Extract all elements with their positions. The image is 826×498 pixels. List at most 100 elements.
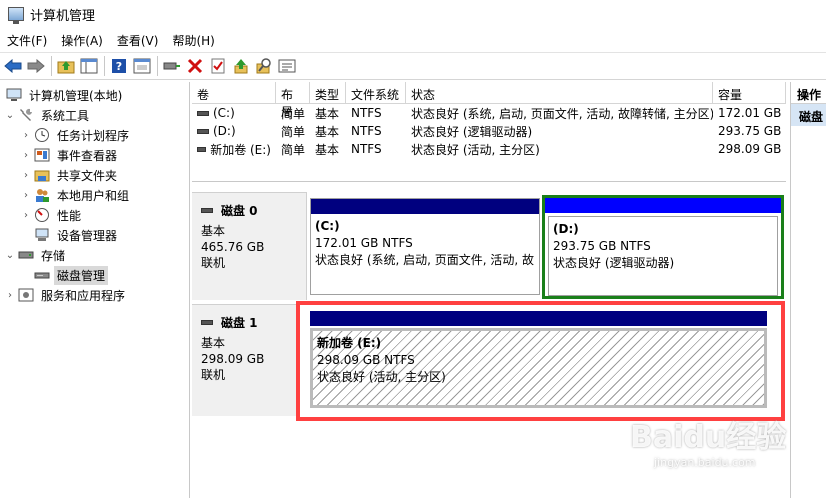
event-viewer-icon	[34, 147, 50, 163]
disk-size: 465.76 GB	[201, 240, 265, 254]
disk-status: 联机	[201, 256, 226, 270]
table-row[interactable]: (C:) 简单 基本 NTFS 状态良好 (系统, 启动, 页面文件, 活动, …	[192, 104, 786, 122]
column-header-filesystem[interactable]: 文件系统	[346, 82, 406, 103]
title-bar: 计算机管理	[0, 0, 826, 28]
volume-type: 基本	[315, 142, 340, 157]
tree-item-shared-folders[interactable]: › 共享文件夹	[0, 165, 189, 185]
volume-filesystem: NTFS	[351, 142, 382, 156]
toolbar-separator	[51, 56, 52, 76]
partition-d[interactable]: (D:) 293.75 GB NTFS 状态良好 (逻辑驱动器)	[542, 195, 784, 299]
computer-management-icon	[8, 7, 24, 24]
column-header-status[interactable]: 状态	[406, 82, 713, 103]
tree-item-task-scheduler[interactable]: › 任务计划程序	[0, 125, 189, 145]
tree-item-root[interactable]: 计算机管理(本地)	[0, 85, 189, 105]
properties-icon[interactable]	[131, 55, 153, 77]
tree-label: 性能	[57, 208, 82, 223]
menu-help[interactable]: 帮助(H)	[165, 32, 221, 49]
partition-c[interactable]: (C:) 172.01 GB NTFS 状态良好 (系统, 启动, 页面文件, …	[310, 198, 540, 295]
chevron-right-icon[interactable]: ›	[20, 150, 32, 161]
storage-icon	[18, 247, 34, 263]
forward-icon[interactable]	[25, 55, 47, 77]
performance-icon	[34, 207, 50, 223]
partition-size: 298.09 GB NTFS	[317, 353, 415, 367]
chevron-right-icon[interactable]: ›	[4, 290, 16, 301]
partition-bar	[545, 198, 781, 213]
volume-type: 基本	[315, 124, 340, 139]
tree-item-services[interactable]: › 服务和应用程序	[0, 285, 189, 305]
volume-type: 基本	[315, 106, 340, 121]
users-icon	[34, 187, 50, 203]
check-icon[interactable]	[207, 55, 229, 77]
tree-item-event-viewer[interactable]: › 事件查看器	[0, 145, 189, 165]
menu-file[interactable]: 文件(F)	[0, 32, 54, 49]
disk-graphical-view: 磁盘 0 基本 465.76 GB 联机 (C:) 172.01 GB NTFS…	[192, 184, 786, 498]
disk-management-icon	[34, 267, 50, 283]
volume-name: (D:)	[213, 124, 236, 138]
tree-item-disk-management[interactable]: 磁盘管理	[0, 265, 189, 285]
table-row[interactable]: 新加卷 (E:) 简单 基本 NTFS 状态良好 (活动, 主分区) 298.0…	[192, 140, 786, 158]
chevron-right-icon[interactable]: ›	[20, 190, 32, 201]
tree-label: 系统工具	[41, 108, 90, 123]
disk-0-label[interactable]: 磁盘 0 基本 465.76 GB 联机	[192, 192, 307, 300]
chevron-right-icon[interactable]: ›	[20, 210, 32, 221]
chevron-down-icon[interactable]: ⌄	[4, 110, 16, 121]
back-icon[interactable]	[2, 55, 24, 77]
volume-icon	[197, 146, 207, 152]
volume-layout: 简单	[281, 106, 306, 121]
up-arrow-icon[interactable]	[230, 55, 252, 77]
menu-view[interactable]: 查看(V)	[110, 32, 166, 49]
search-icon[interactable]	[253, 55, 275, 77]
disk-status: 联机	[201, 368, 226, 382]
partition-e[interactable]: 新加卷 (E:) 298.09 GB NTFS 状态良好 (活动, 主分区)	[296, 301, 785, 421]
list-icon[interactable]	[276, 55, 298, 77]
column-header-volume[interactable]: 卷	[192, 82, 276, 103]
partition-bar	[311, 199, 539, 214]
chevron-right-icon[interactable]: ›	[20, 170, 32, 181]
chevron-right-icon[interactable]: ›	[20, 130, 32, 141]
tree-label: 磁盘管理	[54, 265, 109, 285]
partition-bar	[310, 311, 767, 326]
disk-name: 磁盘 1	[221, 316, 258, 330]
volume-icon	[197, 110, 209, 116]
column-header-type[interactable]: 类型	[310, 82, 346, 103]
toolbar: ?	[0, 52, 826, 80]
services-icon	[18, 287, 34, 303]
volume-status: 状态良好 (逻辑驱动器)	[411, 124, 533, 139]
tree-item-system-tools[interactable]: ⌄ 系统工具	[0, 105, 189, 125]
toolbar-separator	[104, 56, 105, 76]
tree-label: 本地用户和组	[57, 188, 130, 203]
tree-item-local-users[interactable]: › 本地用户和组	[0, 185, 189, 205]
disk-icon	[201, 320, 213, 325]
device-manager-icon	[34, 227, 50, 243]
tree-label: 服务和应用程序	[41, 288, 126, 303]
volume-name: (C:)	[213, 106, 235, 120]
column-header-capacity[interactable]: 容量	[713, 82, 786, 103]
chevron-down-icon[interactable]: ⌄	[4, 250, 16, 261]
show-tree-icon[interactable]	[78, 55, 100, 77]
volume-filesystem: NTFS	[351, 106, 382, 120]
menu-action[interactable]: 操作(A)	[54, 32, 110, 49]
delete-icon[interactable]	[184, 55, 206, 77]
actions-item-disk[interactable]: 磁盘	[791, 104, 826, 126]
up-folder-icon[interactable]	[55, 55, 77, 77]
tree-label: 计算机管理(本地)	[29, 88, 123, 103]
tree-label: 共享文件夹	[57, 168, 118, 183]
table-row[interactable]: (D:) 简单 基本 NTFS 状态良好 (逻辑驱动器) 293.75 GB	[192, 122, 786, 140]
volume-name: 新加卷 (E:)	[210, 142, 271, 157]
actions-header: 操作	[791, 82, 826, 104]
help-icon[interactable]: ?	[108, 55, 130, 77]
disk-size: 298.09 GB	[201, 352, 265, 366]
column-header-layout[interactable]: 布局	[276, 82, 310, 119]
tree-label: 任务计划程序	[57, 128, 130, 143]
tree-item-performance[interactable]: › 性能	[0, 205, 189, 225]
connect-icon[interactable]	[161, 55, 183, 77]
tools-icon	[18, 107, 34, 123]
disk-type: 基本	[201, 336, 226, 350]
tree-item-device-manager[interactable]: 设备管理器	[0, 225, 189, 245]
tree-item-storage[interactable]: ⌄ 存储	[0, 245, 189, 265]
svg-text:?: ?	[116, 60, 122, 73]
disk-1-label[interactable]: 磁盘 1 基本 298.09 GB 联机	[192, 304, 307, 416]
volume-capacity: 172.01 GB	[718, 106, 782, 120]
partition-status: 状态良好 (系统, 启动, 页面文件, 活动, 故	[315, 253, 535, 267]
menu-bar: 文件(F) 操作(A) 查看(V) 帮助(H)	[0, 28, 826, 52]
